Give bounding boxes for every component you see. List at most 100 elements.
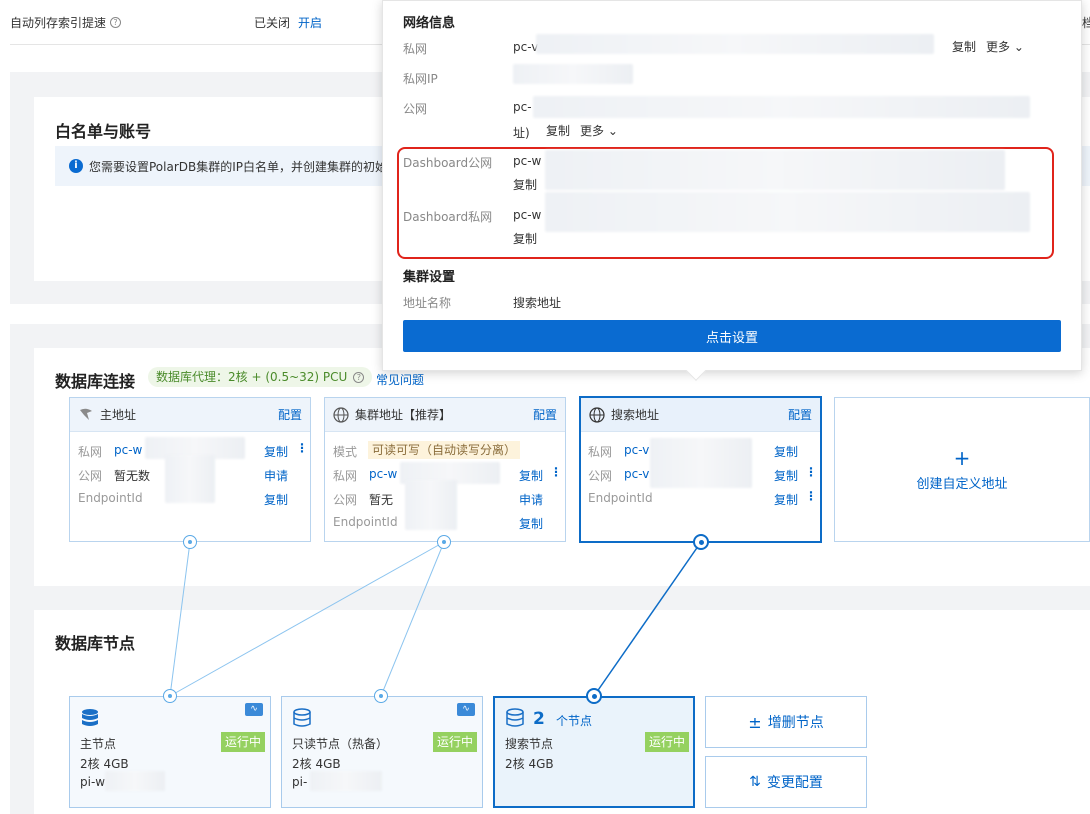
primary-private-value: pc-w bbox=[114, 443, 143, 457]
add-remove-label: 增删节点 bbox=[767, 715, 824, 731]
change-config-button[interactable]: ⇅ 变更配置 bbox=[705, 756, 867, 808]
search-endpoint-title: 搜索地址 bbox=[611, 408, 660, 422]
monitor-icon[interactable]: ∿ bbox=[457, 703, 475, 716]
redacted bbox=[165, 455, 215, 503]
monitor-icon[interactable]: ∿ bbox=[245, 703, 263, 716]
redacted bbox=[310, 771, 382, 791]
search-public-label: 公网 bbox=[588, 469, 613, 483]
search-copy-endpointid[interactable]: 复制 bbox=[774, 491, 798, 508]
change-config-label: 变更配置 bbox=[766, 775, 823, 791]
redacted bbox=[545, 192, 1030, 232]
cluster-mode-value: 可读可写（自动读写分离） bbox=[368, 441, 521, 459]
search-node-name: 搜索节点 bbox=[505, 737, 554, 751]
chevron-down-icon: ⌄ bbox=[607, 124, 618, 138]
primary-public-value: 暂无数 bbox=[114, 469, 151, 483]
primary-copy-private[interactable]: 复制 bbox=[264, 443, 288, 460]
cluster-apply[interactable]: 申请 bbox=[519, 491, 543, 508]
primary-node-spec: 2核 4GB bbox=[80, 757, 129, 771]
cluster-private-value: pc-w bbox=[369, 467, 398, 481]
search-node-spec: 2核 4GB bbox=[505, 757, 554, 771]
cluster-endpoint-port bbox=[437, 535, 451, 549]
dashboard-private-copy[interactable]: 复制 bbox=[513, 230, 537, 247]
cluster-settings-title: 集群设置 bbox=[403, 270, 456, 285]
endpoint-icon bbox=[78, 407, 94, 423]
chevron-down-icon: ⌄ bbox=[1013, 40, 1024, 54]
primary-config-link[interactable]: 配置 bbox=[278, 406, 302, 423]
primary-node-name: 主节点 bbox=[80, 737, 117, 751]
primary-node-id: pi-w bbox=[80, 775, 106, 789]
database-icon bbox=[505, 708, 525, 731]
readonly-node-id: pi- bbox=[292, 775, 308, 789]
plus-icon: + bbox=[953, 446, 971, 470]
dashboard-public-label: Dashboard公网 bbox=[403, 156, 493, 170]
add-remove-nodes-button[interactable]: ± 增删节点 bbox=[705, 696, 867, 748]
cluster-public-label: 公网 bbox=[333, 493, 358, 507]
db-nodes-title: 数据库节点 bbox=[55, 634, 136, 653]
cluster-private-label: 私网 bbox=[333, 469, 358, 483]
search-endpoint-header: 搜索地址 配置 bbox=[581, 398, 820, 432]
dashboard-public-value: pc-w bbox=[513, 154, 542, 168]
status-badge: 运行中 bbox=[645, 732, 690, 752]
search-endpointid-label: EndpointId bbox=[588, 491, 653, 505]
more-label: 更多 bbox=[580, 124, 605, 138]
primary-node-port bbox=[163, 689, 177, 703]
cluster-mode-label: 模式 bbox=[333, 445, 358, 459]
globe-icon bbox=[333, 406, 349, 423]
search-config-link[interactable]: 配置 bbox=[788, 406, 812, 423]
more-icon[interactable]: ⋮ bbox=[550, 465, 562, 479]
status-badge: 运行中 bbox=[221, 732, 266, 752]
more-icon[interactable]: ⋮ bbox=[805, 489, 817, 503]
cluster-config-link[interactable]: 配置 bbox=[533, 406, 557, 423]
setup-button[interactable]: 点击设置 bbox=[403, 320, 1061, 352]
redacted bbox=[650, 438, 752, 488]
redacted bbox=[105, 771, 165, 791]
search-private-label: 私网 bbox=[588, 445, 613, 459]
search-node-count-unit: 个节点 bbox=[556, 714, 593, 728]
network-info-title: 网络信息 bbox=[403, 16, 456, 31]
more-icon[interactable]: ⋮ bbox=[296, 441, 308, 455]
address-name-value: 搜索地址 bbox=[513, 296, 562, 310]
database-icon bbox=[80, 708, 100, 731]
readonly-node-name: 只读节点（热备） bbox=[292, 737, 389, 751]
popup-private-label: 私网 bbox=[403, 42, 428, 56]
dashboard-public-copy[interactable]: 复制 bbox=[513, 176, 537, 193]
primary-copy-endpointid[interactable]: 复制 bbox=[264, 491, 288, 508]
search-private-value: pc-v bbox=[624, 443, 650, 457]
redacted bbox=[513, 64, 633, 84]
popup-copy-public[interactable]: 复制 bbox=[546, 122, 570, 139]
redacted bbox=[533, 96, 1030, 118]
popup-more-private[interactable]: 更多 ⌄ bbox=[986, 38, 1024, 55]
primary-endpointid-label: EndpointId bbox=[78, 491, 143, 505]
right-edge-text: 档 bbox=[1082, 16, 1090, 30]
primary-private-label: 私网 bbox=[78, 445, 103, 459]
popup-copy-private[interactable]: 复制 bbox=[952, 38, 976, 55]
cluster-public-value: 暂无 bbox=[369, 493, 394, 507]
redacted bbox=[545, 150, 1005, 190]
swap-icon: ⇅ bbox=[749, 774, 761, 790]
primary-endpoint-title: 主地址 bbox=[100, 408, 137, 422]
popup-public-suffix: 址) bbox=[513, 126, 530, 140]
redacted bbox=[536, 34, 934, 54]
primary-public-label: 公网 bbox=[78, 469, 103, 483]
more-icon[interactable]: ⋮ bbox=[805, 465, 817, 479]
popup-private-ip-label: 私网IP bbox=[403, 72, 438, 86]
dashboard-private-label: Dashboard私网 bbox=[403, 210, 493, 224]
search-copy-public[interactable]: 复制 bbox=[774, 467, 798, 484]
database-icon bbox=[292, 708, 312, 731]
globe-icon bbox=[589, 406, 605, 423]
dashboard-private-value: pc-w bbox=[513, 208, 542, 222]
cluster-copy-endpointid[interactable]: 复制 bbox=[519, 515, 543, 532]
primary-apply[interactable]: 申请 bbox=[264, 467, 288, 484]
cluster-endpointid-label: EndpointId bbox=[333, 515, 398, 529]
cluster-copy-private[interactable]: 复制 bbox=[519, 467, 543, 484]
address-name-label: 地址名称 bbox=[403, 296, 452, 310]
search-public-value: pc-v bbox=[624, 467, 650, 481]
status-badge: 运行中 bbox=[433, 732, 478, 752]
search-copy-private[interactable]: 复制 bbox=[774, 443, 798, 460]
readonly-node-port bbox=[374, 689, 388, 703]
popup-more-public[interactable]: 更多 ⌄ bbox=[580, 122, 618, 139]
create-custom-label: 创建自定义地址 bbox=[916, 477, 1008, 492]
popup-public-label: 公网 bbox=[403, 102, 428, 116]
create-custom-endpoint[interactable]: + 创建自定义地址 bbox=[834, 397, 1090, 542]
search-node-count: 2 bbox=[533, 709, 545, 729]
